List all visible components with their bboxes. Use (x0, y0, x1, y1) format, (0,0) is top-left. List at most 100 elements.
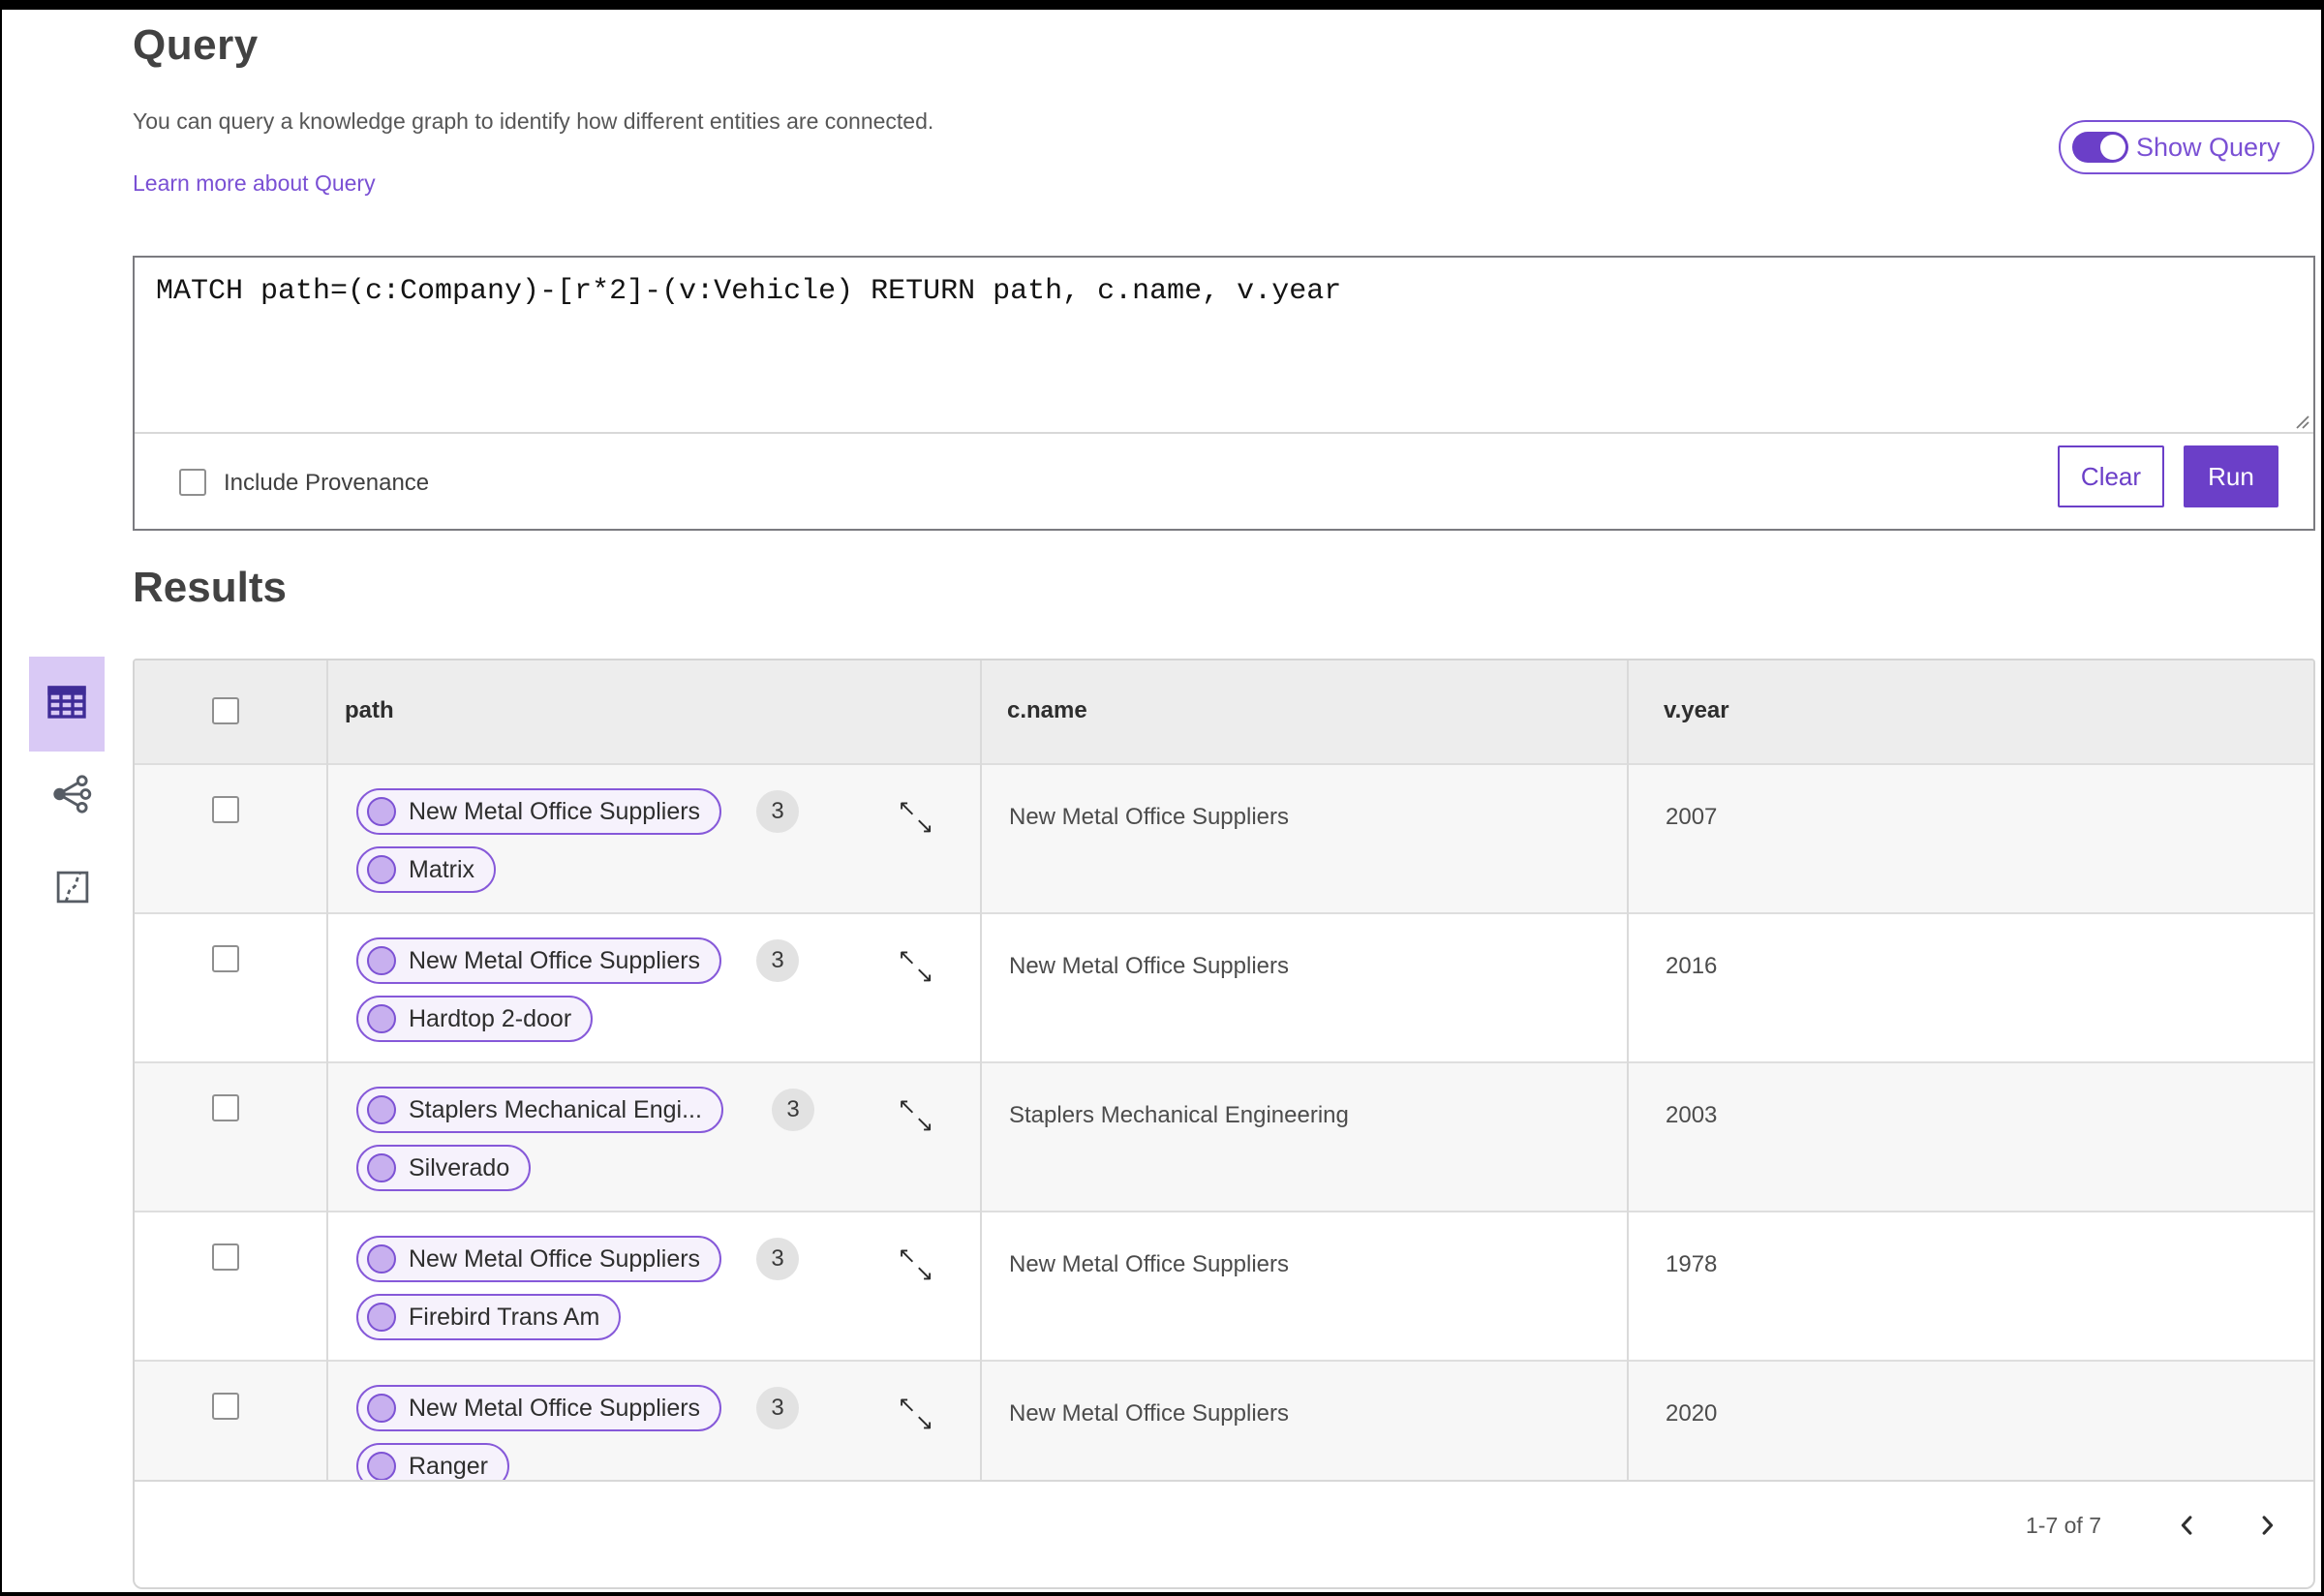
page-description: You can query a knowledge graph to ident… (133, 108, 934, 134)
edge-count-badge: 3 (756, 1387, 799, 1429)
panel-divider (135, 432, 2313, 434)
expand-icon[interactable]: ↖ ↘ (898, 947, 944, 994)
node-label: Matrix (409, 855, 475, 883)
cell-cname: New Metal Office Suppliers (1009, 953, 1290, 979)
node-icon (367, 1394, 396, 1423)
node-icon (367, 1303, 396, 1332)
node-icon (367, 797, 396, 826)
chevron-left-icon (2174, 1515, 2201, 1542)
node-icon (367, 1153, 396, 1182)
cell-vyear: 2020 (1666, 1400, 1718, 1427)
window-frame-left (0, 0, 2, 1596)
column-divider (980, 660, 982, 1482)
results-table: path c.name v.year New Metal Office Supp… (133, 659, 2315, 1589)
node-label: Ranger (409, 1452, 488, 1480)
node-label: New Metal Office Suppliers (409, 946, 701, 974)
cell-vyear: 1978 (1666, 1251, 1718, 1277)
window-frame-bottom (0, 1592, 2324, 1596)
clear-button[interactable]: Clear (2058, 445, 2164, 507)
row-checkbox[interactable] (212, 1393, 239, 1420)
table-header-row: path c.name v.year (135, 660, 2313, 763)
path-node-pill[interactable]: New Metal Office Suppliers (356, 788, 722, 835)
learn-more-link[interactable]: Learn more about Query (133, 170, 376, 197)
cell-vyear: 2003 (1666, 1102, 1718, 1128)
path-node-pill[interactable]: Matrix (356, 846, 497, 893)
path-node-pill[interactable]: Firebird Trans Am (356, 1294, 622, 1340)
expand-icon[interactable]: ↖ ↘ (898, 1245, 944, 1292)
path-node-pill[interactable]: Staplers Mechanical Engi... (356, 1087, 723, 1133)
graph-view-button[interactable] (48, 773, 95, 819)
pagination-range: 1-7 of 7 (2026, 1513, 2101, 1538)
path-node-pill[interactable]: New Metal Office Suppliers (356, 937, 722, 984)
toggle-knob (2100, 135, 2125, 160)
expand-icon[interactable]: ↖ ↘ (898, 798, 944, 844)
node-label: Staplers Mechanical Engi... (409, 1095, 702, 1123)
query-page: Query You can query a knowledge graph to… (0, 0, 2324, 1596)
graph-view-icon (49, 772, 94, 821)
row-checkbox[interactable] (212, 1243, 239, 1271)
cell-cname: New Metal Office Suppliers (1009, 1251, 1290, 1277)
path-node-pill[interactable]: Hardtop 2-door (356, 996, 594, 1042)
row-checkbox[interactable] (212, 796, 239, 823)
table-view-icon (44, 679, 90, 730)
table-row: Staplers Mechanical Engi... 3 ↖ ↘ Silvera… (135, 1061, 2313, 1211)
show-query-label: Show Query (2136, 132, 2280, 162)
previous-page-button[interactable] (2168, 1507, 2207, 1546)
node-icon (367, 1095, 396, 1124)
edge-count-badge: 3 (756, 939, 799, 982)
node-icon (367, 1244, 396, 1274)
run-button[interactable]: Run (2184, 445, 2278, 507)
table-row: New Metal Office Suppliers 3 ↖ ↘ Hardtop … (135, 912, 2313, 1061)
node-label: Hardtop 2-door (409, 1004, 572, 1032)
select-all-checkbox[interactable] (212, 697, 239, 724)
column-header-path: path (345, 697, 394, 723)
edge-count-badge: 3 (756, 1238, 799, 1280)
path-node-pill[interactable]: Silverado (356, 1145, 532, 1191)
show-query-toggle[interactable]: Show Query (2059, 120, 2314, 174)
node-icon (367, 1452, 396, 1481)
path-node-pill[interactable]: New Metal Office Suppliers (356, 1385, 722, 1431)
cell-vyear: 2016 (1666, 953, 1718, 979)
node-icon (367, 1004, 396, 1033)
chevron-right-icon (2253, 1515, 2280, 1542)
column-divider (1627, 660, 1629, 1482)
toggle-on-icon[interactable] (2072, 132, 2128, 163)
table-body: New Metal Office Suppliers 3 ↖ ↘ Matrix N… (135, 763, 2313, 1509)
node-label: New Metal Office Suppliers (409, 1244, 701, 1273)
column-header-vyear: v.year (1664, 697, 1729, 723)
textarea-resize-grip-icon[interactable] (2291, 411, 2310, 430)
node-label: New Metal Office Suppliers (409, 797, 701, 825)
cell-vyear: 2007 (1666, 804, 1718, 830)
column-header-cname: c.name (1007, 697, 1087, 723)
map-view-button[interactable] (51, 868, 94, 910)
window-frame-top (0, 0, 2324, 10)
expand-icon[interactable]: ↖ ↘ (898, 1395, 944, 1441)
row-checkbox[interactable] (212, 945, 239, 972)
expand-icon[interactable]: ↖ ↘ (898, 1096, 944, 1143)
row-checkbox[interactable] (212, 1094, 239, 1121)
node-label: Firebird Trans Am (409, 1303, 600, 1331)
edge-count-badge: 3 (772, 1089, 814, 1131)
include-provenance-checkbox[interactable] (179, 469, 206, 496)
column-divider (326, 660, 328, 1482)
table-view-button[interactable] (29, 657, 105, 752)
next-page-button[interactable] (2248, 1507, 2286, 1546)
query-input[interactable]: MATCH path=(c:Company)-[r*2]-(v:Vehicle)… (135, 258, 2313, 432)
table-row: New Metal Office Suppliers 3 ↖ ↘ Firebird… (135, 1211, 2313, 1360)
node-label: New Metal Office Suppliers (409, 1394, 701, 1422)
table-row: New Metal Office Suppliers 3 ↖ ↘ Matrix N… (135, 763, 2313, 912)
results-title: Results (133, 564, 287, 611)
node-label: Silverado (409, 1153, 510, 1182)
cell-cname: New Metal Office Suppliers (1009, 804, 1290, 830)
node-icon (367, 855, 396, 884)
table-footer: 1-7 of 7 (135, 1480, 2313, 1587)
query-editor-panel: MATCH path=(c:Company)-[r*2]-(v:Vehicle)… (133, 256, 2315, 531)
node-icon (367, 946, 396, 975)
path-node-pill[interactable]: New Metal Office Suppliers (356, 1236, 722, 1282)
cell-cname: New Metal Office Suppliers (1009, 1400, 1290, 1427)
cell-cname: Staplers Mechanical Engineering (1009, 1102, 1349, 1128)
map-view-icon (52, 867, 93, 912)
include-provenance-label[interactable]: Include Provenance (224, 470, 429, 497)
edge-count-badge: 3 (756, 790, 799, 833)
page-title: Query (133, 21, 259, 69)
